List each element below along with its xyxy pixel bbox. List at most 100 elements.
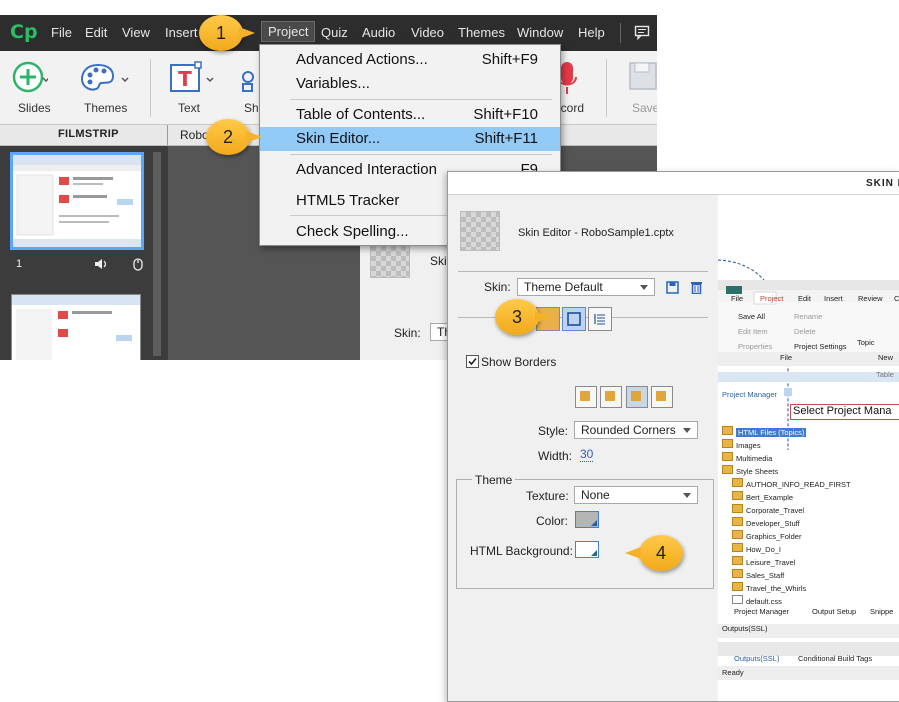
menu-project[interactable]: Project — [261, 21, 316, 42]
robo-delete: Delete — [794, 327, 816, 336]
border-bottom-button[interactable] — [626, 386, 648, 408]
skin-thumbnail — [460, 211, 500, 251]
menu-themes[interactable]: Themes — [458, 25, 505, 40]
robo-status: Ready — [722, 668, 744, 677]
menu-item-skin-editor[interactable]: Skin Editor... Shift+F11 — [260, 127, 560, 151]
menu-video[interactable]: Video — [411, 25, 444, 40]
color-label: Color: — [536, 514, 569, 528]
menu-item-advanced-actions[interactable]: Advanced Actions... Shift+F9 — [260, 48, 560, 72]
skin-editor-titlebar: SKIN E — [448, 172, 899, 195]
callout-3: 3 — [495, 299, 551, 335]
menu-item-label: Variables... — [296, 75, 370, 92]
menu-window[interactable]: Window — [517, 25, 563, 40]
comment-icon[interactable] — [634, 24, 650, 40]
skin-editor-window: SKIN E Skin Editor - RoboSample1.cptx Sk… — [447, 171, 899, 702]
show-borders-checkbox[interactable] — [466, 355, 479, 368]
menu-audio[interactable]: Audio — [362, 25, 395, 40]
chevron-down-icon — [683, 493, 691, 498]
menu-item-table-of-contents[interactable]: Table of Contents... Shift+F10 — [260, 103, 560, 127]
slides-button[interactable] — [10, 59, 60, 101]
tree-row: default.css — [732, 589, 782, 606]
tree-row: Corporate_Travel — [732, 498, 804, 515]
border-left-button[interactable] — [575, 386, 597, 408]
slide-thumbnail-2[interactable] — [11, 294, 141, 360]
color-swatch[interactable] — [575, 511, 599, 528]
menu-view[interactable]: View — [122, 25, 150, 40]
captivate-logo: Cp — [10, 21, 38, 43]
callout-pointer — [239, 27, 255, 39]
shapes-button[interactable] — [240, 59, 260, 101]
width-value[interactable]: 30 — [580, 447, 594, 462]
style-label: Style: — [538, 424, 569, 438]
tree-row: Sales_Staff — [732, 563, 784, 580]
border-icon — [656, 391, 666, 401]
robo-toolbar-text: Table — [876, 370, 894, 379]
callout-1: 1 — [199, 15, 255, 51]
skin-dropdown-value: Theme Default — [524, 280, 603, 294]
robo-project-settings: Project Settings — [794, 342, 847, 351]
callout-4: 4 — [625, 535, 683, 571]
slide-preview — [13, 155, 141, 247]
theme-group-label: Theme — [472, 473, 516, 487]
save-label: Save — [632, 101, 657, 115]
themes-button[interactable] — [78, 59, 134, 101]
tab-toc-button[interactable] — [588, 307, 612, 331]
menu-item-label: HTML5 Tracker — [296, 192, 400, 209]
text-button[interactable]: T — [168, 59, 218, 101]
menu-item-label: Check Spelling... — [296, 223, 409, 240]
border-icon — [605, 391, 615, 401]
html-background-swatch[interactable] — [575, 541, 599, 558]
menu-item-label: Table of Contents... — [296, 106, 426, 123]
tree-row: How_Do_I — [732, 537, 781, 554]
menu-item-label: Skin Editor... — [296, 130, 381, 147]
borders-icon — [567, 312, 581, 326]
texture-dropdown[interactable]: None — [574, 486, 698, 504]
filmstrip-title: FILMSTRIP — [58, 128, 119, 140]
tree-row: AUTHOR_INFO_READ_FIRST — [732, 472, 851, 489]
menu-item-shortcut: Shift+F9 — [481, 51, 538, 68]
callout-number: 4 — [655, 543, 666, 563]
panel-divider — [167, 125, 168, 145]
robo-tab-file: File — [731, 294, 744, 303]
tree-item-label: default.css — [746, 597, 782, 606]
menu-help[interactable]: Help — [578, 25, 605, 40]
menu-quiz[interactable]: Quiz — [321, 25, 348, 40]
menu-separator — [290, 99, 552, 100]
style-dropdown[interactable]: Rounded Corners — [574, 421, 698, 439]
skin-label: Skin: — [484, 280, 511, 294]
border-top-button[interactable] — [600, 386, 622, 408]
filmstrip-scrollbar[interactable] — [153, 152, 161, 356]
text-label: Text — [178, 101, 201, 115]
tree-row: Leisure_Travel — [732, 550, 795, 567]
menu-file[interactable]: File — [51, 25, 72, 40]
menu-item-variables[interactable]: Variables... — [260, 72, 560, 96]
slides-label: Slides — [18, 101, 51, 115]
mouse-icon[interactable] — [133, 258, 143, 271]
file-icon — [732, 595, 743, 604]
robo-rename: Rename — [794, 312, 823, 321]
robo-properties: Properties — [738, 342, 773, 351]
border-icon — [580, 391, 590, 401]
save-icon[interactable] — [628, 59, 657, 93]
skin-dropdown[interactable]: Theme Default — [517, 278, 655, 296]
menu-insert[interactable]: Insert — [165, 25, 198, 40]
callout-pointer — [535, 311, 551, 323]
robo-pane-title: Project Manager — [722, 390, 778, 399]
texture-label: Texture: — [526, 489, 569, 503]
tree-row: Images — [722, 433, 761, 450]
menu-edit[interactable]: Edit — [85, 25, 107, 40]
skin-settings-panel: Skin Editor - RoboSample1.cptx Skin: The… — [448, 195, 718, 701]
palette-icon — [80, 63, 129, 91]
robo-tab-project: Project — [760, 294, 784, 303]
audio-icon[interactable] — [94, 258, 108, 270]
trash-icon[interactable] — [690, 280, 703, 294]
stage-tab[interactable]: Robo — [180, 128, 209, 142]
save-icon[interactable] — [666, 281, 679, 294]
tree-row: Bert_Example — [732, 485, 793, 502]
slide-number: 1 — [16, 258, 23, 270]
slide-thumbnail-1[interactable] — [10, 152, 144, 250]
tab-borders-button[interactable] — [562, 307, 586, 331]
chevron-down-icon — [683, 428, 691, 433]
border-right-button[interactable] — [651, 386, 673, 408]
checkmark-icon — [468, 357, 477, 366]
